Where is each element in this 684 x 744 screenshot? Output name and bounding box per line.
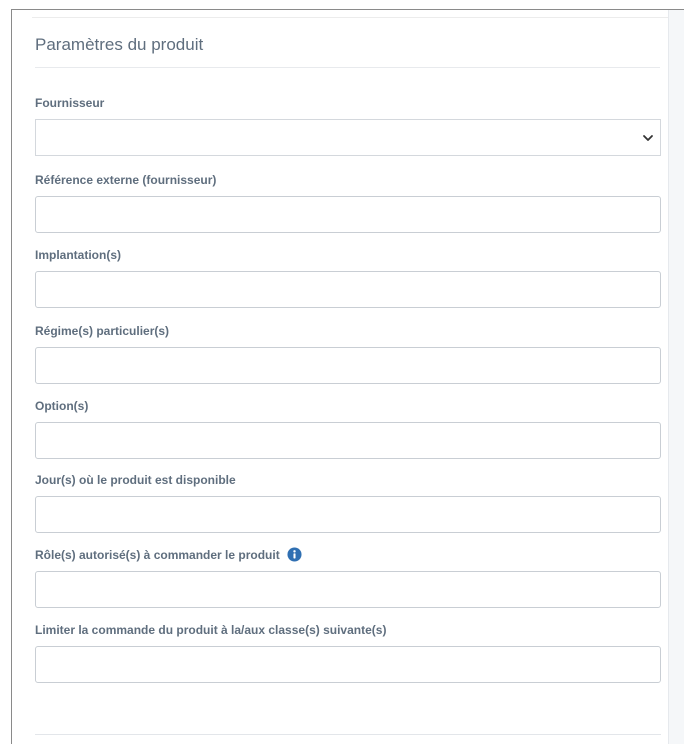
options-label: Option(s) xyxy=(35,399,89,413)
implantations-input[interactable] xyxy=(35,271,661,308)
reference-externe-label: Référence externe (fournisseur) xyxy=(35,173,217,187)
roles-label-row: Rôle(s) autorisé(s) à commander le produ… xyxy=(35,547,302,563)
product-settings-panel: Paramètres du produit Fournisseur Référe… xyxy=(11,9,684,744)
info-icon[interactable] xyxy=(287,547,302,562)
reference-externe-input[interactable] xyxy=(35,196,661,233)
jours-label: Jour(s) où le produit est disponible xyxy=(35,473,236,487)
fournisseur-select[interactable] xyxy=(35,119,661,156)
title-divider xyxy=(35,67,660,68)
roles-label: Rôle(s) autorisé(s) à commander le produ… xyxy=(35,548,280,562)
panel-title: Paramètres du produit xyxy=(35,35,204,54)
regimes-input[interactable] xyxy=(35,347,661,384)
jours-input[interactable] xyxy=(35,496,661,533)
chevron-down-icon xyxy=(643,135,653,141)
panel-right-gutter xyxy=(668,10,684,744)
options-input[interactable] xyxy=(35,422,661,459)
regimes-label: Régime(s) particulier(s) xyxy=(35,324,170,338)
classes-label: Limiter la commande du produit à la/aux … xyxy=(35,623,387,637)
fournisseur-label: Fournisseur xyxy=(35,96,105,110)
bottom-divider xyxy=(35,734,661,735)
classes-input[interactable] xyxy=(35,646,661,683)
panel-top-divider xyxy=(32,17,672,18)
roles-input[interactable] xyxy=(35,571,661,608)
implantations-label: Implantation(s) xyxy=(35,248,121,262)
